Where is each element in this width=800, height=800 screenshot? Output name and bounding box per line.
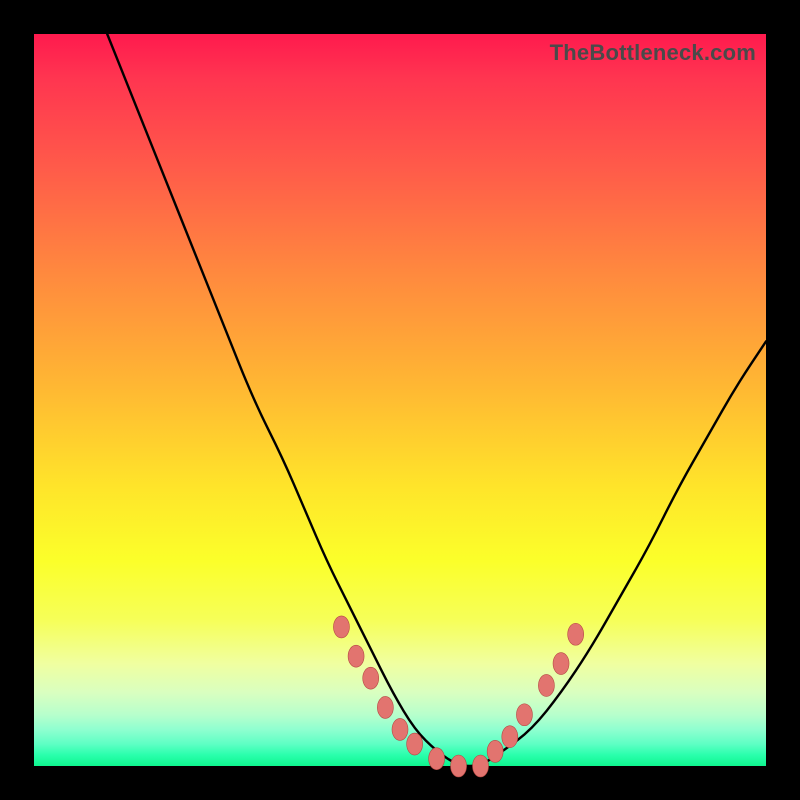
chart-frame: TheBottleneck.com [0,0,800,800]
curve-markers [333,616,583,777]
curve-marker [348,645,364,667]
curve-marker [502,726,518,748]
curve-marker [363,667,379,689]
curve-marker [333,616,349,638]
curve-marker [407,733,423,755]
curve-marker [451,755,467,777]
curve-marker [377,696,393,718]
curve-marker [553,653,569,675]
curve-marker [392,718,408,740]
bottleneck-curve [107,34,766,766]
curve-marker [538,674,554,696]
curve-marker [429,748,445,770]
curve-marker [568,623,584,645]
curve-marker [516,704,532,726]
curve-layer [34,34,766,766]
plot-area: TheBottleneck.com [34,34,766,766]
curve-marker [487,740,503,762]
curve-marker [473,755,489,777]
